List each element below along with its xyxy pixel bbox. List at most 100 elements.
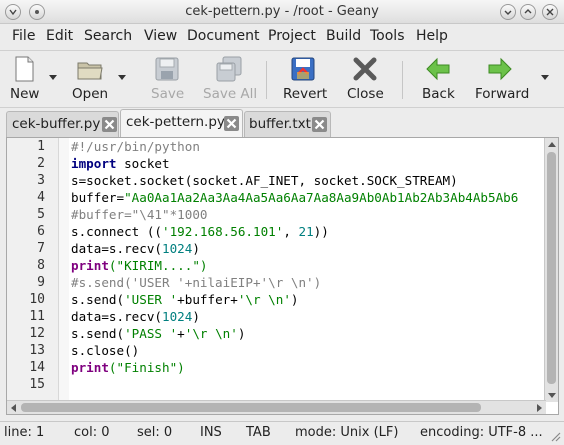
- line-number: 4: [37, 190, 45, 205]
- code-token: ): [290, 292, 299, 307]
- back-arrow-icon: [426, 57, 450, 81]
- back-label: Back: [422, 86, 455, 102]
- menu-help[interactable]: Help: [416, 28, 448, 44]
- status-col: col: 0: [74, 425, 110, 440]
- code-text: data=s.recv(1024): [71, 241, 200, 256]
- scroll-left-arrow-icon[interactable]: [11, 404, 16, 412]
- status-sel: sel: 0: [137, 425, 173, 440]
- tab-cek-buffer[interactable]: cek-buffer.py: [6, 111, 119, 137]
- scroll-down-arrow-icon[interactable]: [548, 393, 556, 398]
- menu-file[interactable]: File: [12, 28, 35, 44]
- code-text: #buffer="\41"*1000: [71, 207, 208, 222]
- window-title: cek-pettern.py - /root - Geany: [185, 4, 379, 19]
- resize-grip-icon[interactable]: [549, 430, 561, 442]
- line-number: 8: [37, 258, 45, 273]
- open-label: Open: [72, 86, 109, 102]
- code-token: "Aa0Aa1Aa2Aa3Aa4Aa5Aa6Aa7Aa8Aa9Ab0Ab1Ab2…: [124, 190, 519, 205]
- line-number: 6: [37, 224, 45, 239]
- code-token: socket: [116, 156, 170, 171]
- status-ins: INS: [200, 425, 222, 440]
- new-dropdown-arrow[interactable]: [49, 75, 57, 80]
- code-text: s.close(): [71, 343, 140, 358]
- new-label: New: [10, 86, 40, 102]
- horizontal-scrollbar[interactable]: [7, 400, 546, 414]
- open-dropdown-arrow[interactable]: [118, 75, 126, 80]
- code-token: import: [71, 156, 117, 171]
- maximize-button[interactable]: [520, 4, 536, 20]
- code-token: ): [192, 309, 200, 324]
- scroll-up-arrow-icon[interactable]: [548, 142, 556, 147]
- code-line: 4 buffer="Aa0Aa1Aa2Aa3Aa4Aa5Aa6Aa7Aa8Aa9…: [7, 190, 547, 207]
- tab-label: buffer.txt: [249, 116, 311, 132]
- close-icon: [314, 119, 325, 130]
- tab-label: cek-buffer.py: [12, 116, 101, 132]
- code-line: 2 import socket: [7, 156, 547, 173]
- code-text: #s.send('USER '+nilaiEIP+'\r \n'): [71, 275, 322, 290]
- code-line: 11 data=s.recv(1024): [7, 309, 547, 326]
- code-token: data=s.recv(: [71, 309, 162, 324]
- code-text: import socket: [71, 156, 170, 171]
- code-text: s.send('USER '+buffer+'\r \n'): [71, 292, 299, 307]
- vertical-scroll-thumb[interactable]: [547, 152, 556, 384]
- code-line: 8 print("KIRIM...."): [7, 258, 547, 275]
- code-token: 1024: [162, 309, 193, 324]
- vertical-scrollbar[interactable]: [544, 138, 558, 402]
- tab-cek-pettern[interactable]: cek-pettern.py: [120, 109, 243, 137]
- line-number: 2: [37, 156, 45, 171]
- scroll-right-arrow-icon[interactable]: [537, 404, 542, 412]
- maximize-icon: [524, 9, 532, 14]
- status-encoding: encoding: UTF-8 ...: [420, 425, 543, 440]
- open-folder-icon: [77, 62, 103, 80]
- code-token: s.send(: [71, 326, 125, 341]
- code-text: #!/usr/bin/python: [71, 139, 200, 154]
- save-icon: [155, 57, 179, 81]
- code-line: 3 s=socket.socket(socket.AF_INET, socket…: [7, 173, 547, 190]
- status-mode: mode: Unix (LF): [295, 425, 399, 440]
- minimize-button[interactable]: [500, 4, 516, 20]
- horizontal-scroll-thumb[interactable]: [21, 403, 481, 412]
- menu-tools[interactable]: Tools: [370, 28, 405, 44]
- status-line: line: 1: [4, 425, 45, 440]
- menu-document[interactable]: Document: [187, 28, 260, 44]
- code-line: 14 print("Finish"): [7, 360, 547, 377]
- status-tab: TAB: [246, 425, 271, 440]
- menu-build[interactable]: Build: [326, 28, 361, 44]
- tab-close-button[interactable]: [312, 117, 327, 132]
- save-all-label: Save All: [203, 86, 258, 102]
- code-text: data=s.recv(1024): [71, 309, 200, 324]
- menu-view[interactable]: View: [144, 28, 177, 44]
- code-text: print("Finish"): [71, 360, 185, 375]
- revert-label: Revert: [283, 86, 328, 102]
- code-line: 15: [7, 377, 547, 394]
- code-token: 21: [298, 224, 314, 239]
- minimize-icon: [504, 10, 512, 15]
- new-file-icon: [15, 56, 34, 82]
- code-token: print: [71, 360, 109, 375]
- menu-project[interactable]: Project: [268, 28, 316, 44]
- code-line: 6 s.connect (('192.168.56.101', 21)): [7, 224, 547, 241]
- line-number: 3: [37, 173, 45, 188]
- close-icon: [546, 8, 554, 16]
- tab-close-button[interactable]: [102, 117, 117, 132]
- menu-edit[interactable]: Edit: [46, 28, 73, 44]
- code-editor[interactable]: 1 #!/usr/bin/python 2 import socket 3 s=…: [6, 137, 559, 415]
- line-number: 11: [29, 309, 45, 324]
- code-token: )): [313, 224, 329, 239]
- document-tabs: cek-buffer.py cek-pettern.py buffer.txt: [0, 109, 564, 137]
- code-line: 1 #!/usr/bin/python: [7, 139, 547, 156]
- menu-search[interactable]: Search: [84, 28, 132, 44]
- save-all-icon: [216, 56, 242, 82]
- save-label: Save: [151, 86, 185, 102]
- code-text: s.send('PASS '+'\r \n'): [71, 326, 245, 341]
- tab-close-button[interactable]: [224, 116, 239, 131]
- line-number: 14: [29, 360, 45, 375]
- code-token: ): [237, 326, 246, 341]
- line-number: 12: [29, 326, 45, 341]
- code-token: '192.168.56.101': [162, 224, 284, 239]
- code-text: print("KIRIM...."): [71, 258, 208, 273]
- toolbar-overflow-arrow[interactable]: [541, 75, 549, 80]
- close-window-button[interactable]: [542, 4, 558, 20]
- tab-buffer-txt[interactable]: buffer.txt: [244, 111, 331, 137]
- close-icon: [104, 119, 115, 130]
- code-line: 7 data=s.recv(1024): [7, 241, 547, 258]
